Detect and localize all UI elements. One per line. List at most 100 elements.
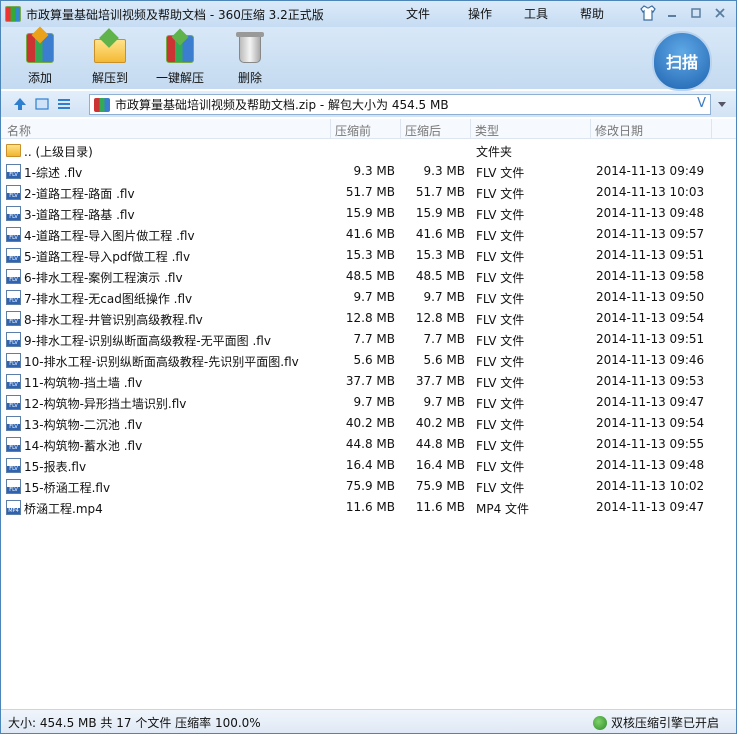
col-packed-header[interactable]: 压缩后	[405, 122, 441, 139]
file-size: 12.8 MB	[345, 311, 395, 325]
dual-core-status[interactable]: 双核压缩引擎已开启	[592, 714, 719, 731]
address-bar-row: 市政算量基础培训视频及帮助文档.zip - 解包大小为 454.5 MB V	[1, 91, 736, 117]
address-field[interactable]: 市政算量基础培训视频及帮助文档.zip - 解包大小为 454.5 MB V	[89, 94, 711, 115]
file-name: 6-排水工程-案例工程演示 .flv	[24, 271, 183, 285]
file-name: 9-排水工程-识别纵断面高级教程-无平面图 .flv	[24, 334, 271, 348]
view-thumbnail-button[interactable]	[31, 93, 53, 115]
file-name: 11-构筑物-挡土墙 .flv	[24, 376, 143, 390]
delete-label: 删除	[237, 71, 262, 85]
file-size: 9.3 MB	[353, 164, 395, 178]
file-type: FLV 文件	[476, 460, 525, 474]
file-row[interactable]: 14-构筑物-蓄水池 .flv 44.8 MB 44.8 MB FLV 文件 2014-…	[1, 434, 736, 455]
extract-folder-icon	[92, 28, 128, 65]
address-text: 市政算量基础培训视频及帮助文档.zip - 解包大小为 454.5 MB	[115, 98, 449, 112]
file-packed-size: 41.6 MB	[415, 227, 465, 241]
flv-file-icon	[6, 269, 21, 284]
file-type: FLV 文件	[476, 250, 525, 264]
add-button[interactable]: 添加	[5, 26, 75, 87]
skin-button[interactable]	[638, 4, 658, 22]
app-logo-icon	[5, 6, 21, 22]
file-type: FLV 文件	[476, 397, 525, 411]
file-row[interactable]: 1-综述 .flv 9.3 MB 9.3 MB FLV 文件 2014-11-13 09…	[1, 161, 736, 182]
file-date: 2014-11-13 10:03	[596, 185, 705, 199]
file-row[interactable]: 6-排水工程-案例工程演示 .flv 48.5 MB 48.5 MB FLV 文件 20…	[1, 266, 736, 287]
file-type: FLV 文件	[476, 418, 525, 432]
address-v-button[interactable]: V	[697, 96, 706, 111]
file-row[interactable]: 5-道路工程-导入pdf做工程 .flv 15.3 MB 15.3 MB FLV 文件…	[1, 245, 736, 266]
minimize-button[interactable]	[662, 4, 682, 22]
file-row[interactable]: 8-排水工程-井管识别高级教程.flv 12.8 MB 12.8 MB FLV 文件 2…	[1, 308, 736, 329]
file-name: .. (上级目录)	[24, 145, 93, 159]
file-row[interactable]: 15-报表.flv 16.4 MB 16.4 MB FLV 文件 2014-11-13 …	[1, 455, 736, 476]
file-row[interactable]: 3-道路工程-路基 .flv 15.9 MB 15.9 MB FLV 文件 2014-1…	[1, 203, 736, 224]
file-size: 44.8 MB	[345, 437, 395, 451]
col-name-header[interactable]: 名称	[7, 122, 31, 139]
scan-shield-button[interactable]: 扫描	[652, 31, 712, 91]
shirt-icon	[640, 5, 656, 21]
flv-file-icon	[6, 479, 21, 494]
file-size: 37.7 MB	[345, 374, 395, 388]
file-packed-size: 37.7 MB	[415, 374, 465, 388]
menu-help[interactable]: 帮助	[580, 1, 630, 27]
file-type: FLV 文件	[476, 292, 525, 306]
close-icon	[715, 8, 725, 18]
flv-file-icon	[6, 332, 21, 347]
file-size: 40.2 MB	[345, 416, 395, 430]
extract-to-button[interactable]: 解压到	[75, 28, 145, 87]
arrow-up-icon	[14, 98, 26, 110]
file-row[interactable]: 13-构筑物-二沉池 .flv 40.2 MB 40.2 MB FLV 文件 2014-…	[1, 413, 736, 434]
file-list: .. (上级目录)文件夹1-综述 .flv9.3 MB9.3 MBFLV 文件2…	[1, 140, 736, 518]
file-name: 4-道路工程-导入图片做工程 .flv	[24, 229, 195, 243]
file-date: 2014-11-13 09:46	[596, 353, 705, 367]
file-name: 15-报表.flv	[24, 460, 87, 474]
maximize-button[interactable]	[686, 4, 706, 22]
dual-core-status-text: 双核压缩引擎已开启	[610, 716, 719, 730]
delete-button[interactable]: 删除	[215, 29, 285, 87]
file-size: 9.7 MB	[353, 395, 395, 409]
col-date-header[interactable]: 修改日期	[595, 122, 643, 139]
close-button[interactable]	[710, 4, 730, 22]
file-packed-size: 75.9 MB	[415, 479, 465, 493]
file-size: 15.9 MB	[345, 206, 395, 220]
file-row[interactable]: 12-构筑物-异形挡土墙识别.flv 9.7 MB 9.7 MB FLV 文件 2014…	[1, 392, 736, 413]
file-row[interactable]: 15-桥涵工程.flv 75.9 MB 75.9 MB FLV 文件 2014-11-1…	[1, 476, 736, 497]
app-window: 市政算量基础培训视频及帮助文档 - 360压缩 3.2正式版 文件 操作 工具 …	[0, 0, 737, 734]
file-type: FLV 文件	[476, 229, 525, 243]
file-row[interactable]: .. (上级目录) 文件夹	[1, 140, 736, 161]
flv-file-icon	[6, 227, 21, 242]
file-packed-size: 9.3 MB	[423, 164, 465, 178]
file-size: 5.6 MB	[353, 353, 395, 367]
menu-file[interactable]: 文件	[406, 1, 468, 27]
address-dropdown-button[interactable]	[713, 96, 731, 114]
file-row[interactable]: 2-道路工程-路面 .flv 51.7 MB 51.7 MB FLV 文件 2014-1…	[1, 182, 736, 203]
menu-operation[interactable]: 操作	[468, 1, 518, 27]
file-packed-size: 12.8 MB	[415, 311, 465, 325]
file-row[interactable]: 7-排水工程-无cad图纸操作 .flv 9.7 MB 9.7 MB FLV 文件 20…	[1, 287, 736, 308]
col-size-header[interactable]: 压缩前	[335, 122, 371, 139]
file-row[interactable]: 10-排水工程-识别纵断面高级教程-先识别平面图.flv 5.6 MB 5.6 MB…	[1, 350, 736, 371]
file-type: FLV 文件	[476, 313, 525, 327]
title-bar: 市政算量基础培训视频及帮助文档 - 360压缩 3.2正式版 文件 操作 工具 …	[1, 1, 736, 27]
file-date: 2014-11-13 09:50	[596, 290, 705, 304]
col-type-header[interactable]: 类型	[475, 122, 499, 139]
one-click-extract-button[interactable]: 一键解压	[145, 28, 215, 87]
chevron-down-icon	[718, 102, 726, 107]
file-size: 7.7 MB	[353, 332, 395, 346]
file-row[interactable]: 11-构筑物-挡土墙 .flv 37.7 MB 37.7 MB FLV 文件 2014-…	[1, 371, 736, 392]
view-list-button[interactable]	[53, 93, 75, 115]
file-row[interactable]: 桥涵工程.mp4 11.6 MB 11.6 MB MP4 文件 2014-11-13 0…	[1, 497, 736, 518]
file-type: FLV 文件	[476, 355, 525, 369]
file-size: 15.3 MB	[345, 248, 395, 262]
file-row[interactable]: 9-排水工程-识别纵断面高级教程-无平面图 .flv 7.7 MB 7.7 MB FL…	[1, 329, 736, 350]
window-controls	[638, 4, 730, 22]
status-summary: 大小: 454.5 MB 共 17 个文件 压缩率 100.0%	[8, 716, 261, 730]
file-packed-size: 44.8 MB	[415, 437, 465, 451]
flv-file-icon	[6, 458, 21, 473]
file-packed-size: 7.7 MB	[423, 332, 465, 346]
file-row[interactable]: 4-道路工程-导入图片做工程 .flv 41.6 MB 41.6 MB FLV 文件 2…	[1, 224, 736, 245]
file-date: 2014-11-13 09:58	[596, 269, 705, 283]
menu-tools[interactable]: 工具	[524, 1, 574, 27]
up-level-button[interactable]	[9, 93, 31, 115]
one-click-extract-label: 一键解压	[155, 71, 204, 85]
scan-label: 扫描	[665, 53, 698, 72]
